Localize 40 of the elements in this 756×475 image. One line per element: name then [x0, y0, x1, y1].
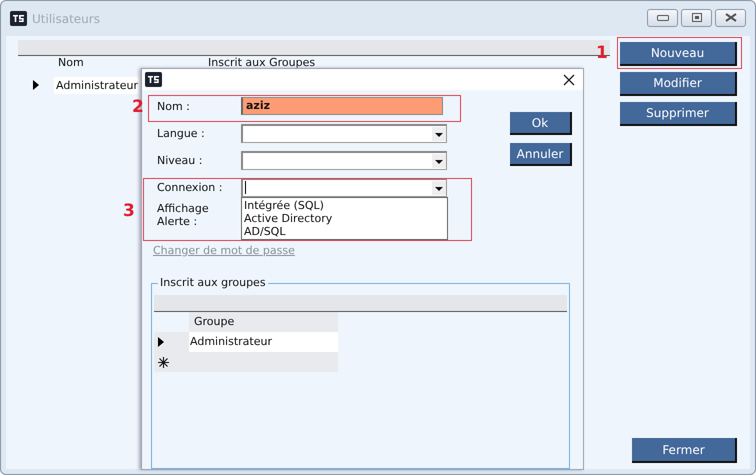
logo-icon	[145, 72, 162, 87]
maximize-button[interactable]	[681, 8, 712, 26]
action-button[interactable]: Supprimer	[620, 102, 737, 126]
new-row-icon	[158, 356, 169, 368]
logo-icon	[10, 11, 27, 26]
close-icon	[724, 13, 736, 22]
change-password-link[interactable]: Changer de mot de passe	[153, 244, 295, 257]
dialog-button[interactable]: Ok	[510, 112, 572, 135]
dropdown-field[interactable]	[241, 150, 447, 170]
current-row-icon	[158, 337, 164, 347]
dropdown-field[interactable]	[241, 124, 447, 142]
action-button[interactable]: Modifier	[620, 72, 737, 96]
close-button[interactable]	[715, 8, 746, 26]
minimize-icon	[656, 14, 668, 20]
close-window-button[interactable]: Fermer	[632, 438, 737, 463]
text-field[interactable]: aziz	[241, 97, 443, 115]
dialog-button[interactable]: Annuler	[510, 143, 572, 166]
field-label: Nom :	[156, 100, 191, 112]
table-cell[interactable]: Administrateur	[189, 332, 338, 352]
minimize-button[interactable]	[647, 8, 678, 26]
text-cursor	[245, 181, 246, 194]
table-cell[interactable]: Administrateur	[54, 76, 140, 94]
column-header: Nom	[58, 56, 85, 69]
panel-legend: Inscrit aux groupes	[158, 276, 268, 289]
callout-number: 2	[132, 98, 144, 116]
dropdown-option[interactable]: Active Directory	[244, 212, 332, 224]
column-header: Groupe	[189, 312, 338, 332]
close-icon[interactable]	[563, 74, 575, 86]
window-title: Utilisateurs	[32, 12, 100, 26]
dropdown-option[interactable]: Intégrée (SQL)	[244, 198, 324, 212]
field-label: Niveau :	[156, 154, 204, 166]
field-label: Affichage Alerte :	[156, 202, 210, 228]
callout-number: 3	[123, 202, 135, 220]
field-label: Langue :	[156, 126, 206, 140]
dropdown-field[interactable]	[241, 178, 447, 196]
restore-icon	[692, 13, 702, 22]
field-label: Connexion :	[156, 180, 224, 194]
dropdown-option[interactable]: AD/SQL	[244, 224, 286, 238]
action-button[interactable]: Nouveau	[620, 42, 737, 66]
column-header: Inscrit aux Groupes	[208, 56, 316, 69]
